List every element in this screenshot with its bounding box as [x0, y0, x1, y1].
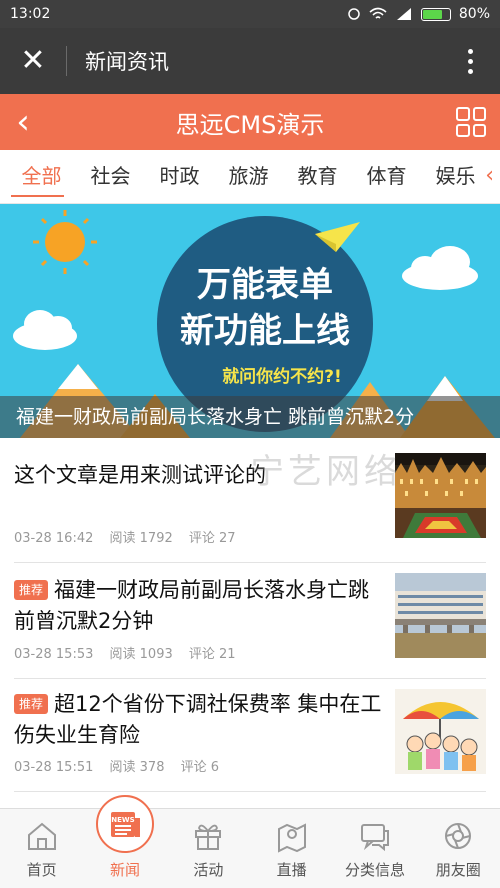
gift-icon — [195, 824, 222, 850]
news-item[interactable]: 推荐 超12个省份下调社保费率 集中在工伤失业生育险 03-28 15:51 阅读… — [14, 679, 486, 792]
sun-icon — [33, 210, 97, 274]
site-title: 思远CMS演示 — [175, 110, 325, 139]
banner-headline-2: 新功能上线 — [180, 311, 350, 351]
recommend-badge: 推荐 — [14, 580, 49, 600]
status-bar: 13:02 80% — [0, 0, 500, 28]
nav-moments-label: 朋友圈 — [435, 861, 481, 879]
news-thumbnail — [395, 573, 486, 658]
tab-society[interactable]: 社会 — [76, 150, 145, 203]
nav-news-label: 新闻 — [109, 861, 140, 879]
back-button[interactable]: ‹ — [0, 94, 46, 150]
news-meta: 03-28 16:42 阅读 1792 评论 27 — [14, 527, 248, 546]
battery-percent: 80% — [458, 6, 490, 22]
nav-news[interactable]: NEWS 新闻 — [83, 795, 166, 888]
news-title: 这个文章是用来测试评论的 — [14, 463, 266, 487]
recommend-badge: 推荐 — [14, 694, 49, 714]
nav-activity-label: 活动 — [193, 861, 224, 879]
news-date: 03-28 15:51 — [14, 760, 94, 775]
news-date: 03-28 15:53 — [14, 647, 94, 662]
news-date: 03-28 16:42 — [14, 531, 94, 546]
banner-subline: 就问你约不约?! — [222, 366, 342, 387]
news-reads: 阅读 378 — [109, 760, 165, 775]
category-tabs: 全部 社会 时政 旅游 教育 体育 娱乐 ‹ — [0, 150, 500, 204]
chat-icon — [360, 824, 389, 852]
close-button[interactable]: ✕ — [0, 28, 66, 94]
news-comments: 评论 27 — [188, 531, 236, 546]
signal-icon — [396, 8, 411, 20]
news-reads: 阅读 1792 — [109, 531, 173, 546]
tab-entertainment[interactable]: 娱乐 — [421, 150, 490, 203]
nav-live[interactable]: 直播 — [250, 809, 333, 888]
news-title: 推荐 福建一财政局前副局长落水身亡跳前曾沉默2分钟 — [14, 578, 370, 633]
news-title: 推荐 超12个省份下调社保费率 集中在工伤失业生育险 — [14, 692, 382, 747]
banner-caption: 福建一财政局前副局长落水身亡 跳前曾沉默2分 — [0, 396, 500, 438]
news-meta: 03-28 15:51 阅读 378 评论 6 — [14, 756, 231, 775]
wifi-icon — [369, 7, 387, 19]
nav-live-label: 直播 — [276, 861, 307, 879]
nav-classifieds[interactable]: 分类信息 — [333, 809, 416, 888]
battery-icon — [420, 7, 451, 21]
map-pin-icon — [277, 823, 306, 853]
alarm-icon — [348, 8, 360, 20]
bottom-navigation: 首页 NEWS 新闻 活动 直播 分类信息 朋友圈 — [0, 795, 500, 888]
status-time: 13:02 — [10, 6, 51, 22]
tab-politics[interactable]: 时政 — [145, 150, 214, 203]
tabs-scroll-left-icon[interactable]: ‹ — [485, 150, 494, 202]
banner-carousel[interactable]: 万能表单 新功能上线 就问你约不约?! 福建一财政局前副局长落水身亡 跳前曾沉默… — [0, 204, 500, 438]
more-options-button[interactable] — [440, 48, 500, 74]
tab-sports[interactable]: 体育 — [352, 150, 421, 203]
nav-moments[interactable]: 朋友圈 — [417, 809, 500, 888]
news-icon: NEWS — [95, 795, 154, 853]
news-item[interactable]: 这个文章是用来测试评论的 03-28 16:42 阅读 1792 评论 27 — [14, 438, 486, 563]
news-reads: 阅读 1093 — [109, 647, 173, 662]
page-title: 新闻资讯 — [85, 50, 169, 74]
home-icon — [27, 822, 56, 850]
tab-travel[interactable]: 旅游 — [214, 150, 283, 203]
svg-text:NEWS: NEWS — [111, 816, 134, 824]
camera-aperture-icon — [445, 823, 472, 849]
nav-home-label: 首页 — [26, 861, 57, 879]
news-list: 这个文章是用来测试评论的 03-28 16:42 阅读 1792 评论 27 推… — [0, 438, 500, 792]
banner-headline-1: 万能表单 — [197, 265, 333, 305]
news-meta: 03-28 15:53 阅读 1093 评论 21 — [14, 643, 248, 662]
news-comments: 评论 21 — [188, 647, 236, 662]
news-thumbnail — [395, 453, 486, 538]
nav-home[interactable]: 首页 — [0, 809, 83, 888]
news-comments: 评论 6 — [180, 760, 220, 775]
site-header: ‹ 思远CMS演示 — [0, 94, 500, 150]
nav-classifieds-label: 分类信息 — [344, 861, 405, 879]
news-item[interactable]: 推荐 福建一财政局前副局长落水身亡跳前曾沉默2分钟 03-28 15:53 阅读 … — [14, 563, 486, 679]
news-thumbnail — [395, 689, 486, 774]
status-icons: 80% — [347, 6, 490, 22]
app-bar: ✕ 新闻资讯 — [0, 28, 500, 94]
tab-education[interactable]: 教育 — [283, 150, 352, 203]
nav-activity[interactable]: 活动 — [167, 809, 250, 888]
tab-all[interactable]: 全部 — [7, 150, 76, 203]
grid-menu-icon[interactable] — [456, 107, 486, 137]
